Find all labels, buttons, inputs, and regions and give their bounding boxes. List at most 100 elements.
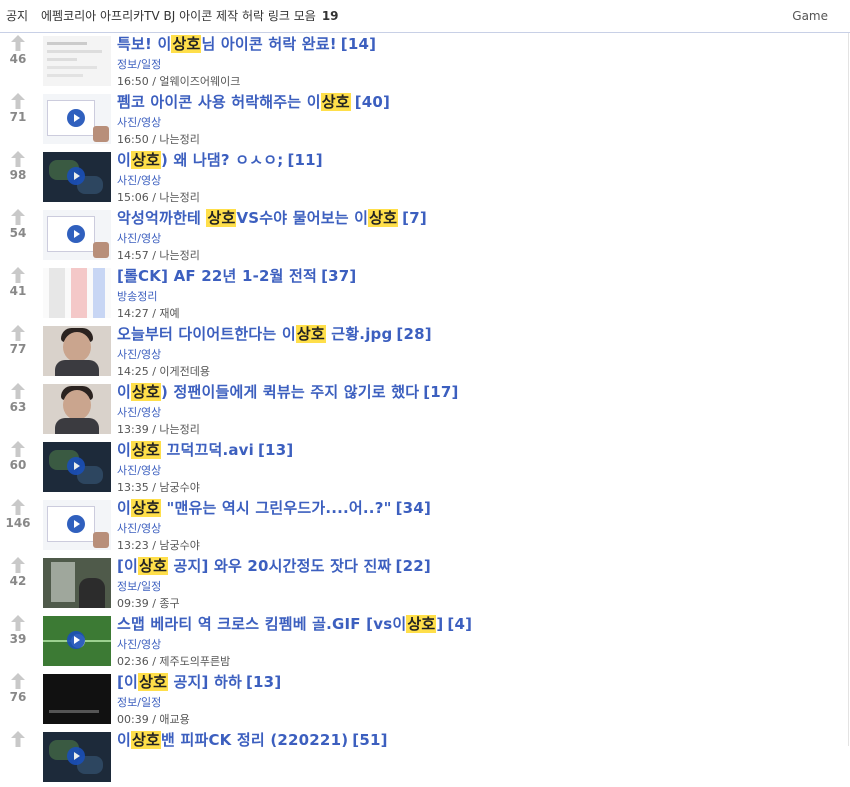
post-thumbnail[interactable] [43,442,111,492]
post-row[interactable]: 77 오늘부터 다이어트한다는 이상호 근황.jpg [28] 사진/영상 14:25 … [0,323,850,381]
vote-box: 63 [0,383,36,414]
post-author[interactable]: 얼웨이즈어웨이크 [159,75,240,88]
post-time: 14:27 [117,307,149,320]
post-thumbnail[interactable] [43,732,111,782]
post-category[interactable]: 사진/영상 [117,172,161,188]
post-author[interactable]: 종구 [159,597,179,610]
post-row[interactable]: 46 특보! 이상호님 아이콘 허락 완료! [14] 정보/일정 16:50 / 얼웨… [0,33,850,91]
post-author[interactable]: 재예 [159,307,179,320]
vote-count: 71 [9,110,27,124]
post-category[interactable]: 사진/영상 [117,114,161,130]
meta-separator: / [148,249,160,262]
post-thumbnail[interactable] [43,384,111,434]
post-time: 14:57 [117,249,149,262]
post-category[interactable]: 정보/일정 [117,578,161,594]
post-row[interactable]: 63 이상호) 정팬이들에게 퀵뷰는 주지 않기로 했다 [17] 사진/영상 13:3… [0,381,850,439]
post-row[interactable]: 60 이상호 끄덕끄덕.avi [13] 사진/영상 13:35 / 남궁수야 [0,439,850,497]
post-category[interactable]: 방송정리 [117,288,157,304]
meta-separator: / [148,713,160,726]
post-title-text: 공지] 하하 [168,673,242,691]
meta-separator: / [148,655,160,668]
vote-box: 60 [0,441,36,472]
post-title-text: 이 [117,151,132,169]
post-thumbnail[interactable] [43,558,111,608]
post-title-link[interactable]: 스맵 베라티 역 크로스 킴펨베 골.GIF [vs이상호] [4] [117,613,472,635]
vote-count: 41 [9,284,27,298]
post-thumbnail[interactable] [43,674,111,724]
post-title-link[interactable]: 이상호밴 피파CK 정리 (220221) [51] [117,729,388,751]
vote-box: 77 [0,325,36,356]
post-thumbnail[interactable] [43,94,111,144]
meta-separator: / [148,307,160,320]
post-author[interactable]: 제주도의푸른밤 [159,655,230,668]
vote-box: 46 [0,35,36,66]
search-highlight: 상호 [138,673,169,691]
notice-title-link[interactable]: 에펨코리아 아프리카TV BJ 아이콘 제작 허락 링크 모음 19 [41,0,339,33]
post-title-link[interactable]: 이상호) 정팬이들에게 퀵뷰는 주지 않기로 했다 [17] [117,381,459,403]
post-row[interactable]: 39 스맵 베라티 역 크로스 킴펨베 골.GIF [vs이상호] [4] 사진/영상… [0,613,850,671]
post-author[interactable]: 나는정리 [159,133,199,146]
meta-separator: / [148,481,160,494]
post-author[interactable]: 이게전데용 [159,365,210,378]
post-thumbnail[interactable] [43,616,111,666]
post-row[interactable]: 71 펨코 아이콘 사용 허락해주는 이상호 [40] 사진/영상 16:50 / 나는… [0,91,850,149]
post-category[interactable]: 사진/영상 [117,520,161,536]
vote-count: 42 [9,574,27,588]
post-row[interactable]: 이상호밴 피파CK 정리 (220221) [51] [0,729,850,787]
post-author[interactable]: 애교용 [159,713,189,726]
post-title-link[interactable]: 펨코 아이콘 사용 허락해주는 이상호 [40] [117,91,390,113]
post-category[interactable]: 사진/영상 [117,346,161,362]
post-time: 14:25 [117,365,149,378]
notice-row[interactable]: 공지 에펨코리아 아프리카TV BJ 아이콘 제작 허락 링크 모음 19 Gam… [0,0,850,33]
post-title-link[interactable]: 악성억까한테 상호VS수야 물어보는 이상호 [7] [117,207,427,229]
post-category[interactable]: 사진/영상 [117,462,161,478]
post-thumbnail[interactable] [43,326,111,376]
post-author[interactable]: 남궁수야 [159,481,199,494]
search-highlight: 상호 [295,325,326,343]
post-category[interactable]: 사진/영상 [117,636,161,652]
post-meta: 02:36 / 제주도의푸른밤 [117,653,230,669]
post-title-link[interactable]: 오늘부터 다이어트한다는 이상호 근황.jpg [28] [117,323,432,345]
post-row[interactable]: 146 이상호 "맨유는 역시 그린우드가....어..?" [34] 사진/영상 13… [0,497,850,555]
upvote-arrow-icon [11,557,25,573]
post-meta: 14:27 / 재예 [117,305,180,321]
post-category[interactable]: 정보/일정 [117,694,161,710]
scrollbar-track[interactable] [848,33,849,746]
post-thumbnail[interactable] [43,500,111,550]
post-meta: 13:39 / 나는정리 [117,421,200,437]
post-title-link[interactable]: [이상호 공지] 하하 [13] [117,671,281,693]
post-thumbnail[interactable] [43,268,111,318]
post-title-text: 이 [117,499,132,517]
post-author[interactable]: 나는정리 [159,249,199,262]
post-author[interactable]: 나는정리 [159,423,199,436]
post-thumbnail[interactable] [43,210,111,260]
post-row[interactable]: 54 악성억까한테 상호VS수야 물어보는 이상호 [7] 사진/영상 14:57 / … [0,207,850,265]
vote-box: 76 [0,673,36,704]
post-row[interactable]: 41 [롤CK] AF 22년 1-2월 전적 [37] 방송정리 14:27 / 재예 [0,265,850,323]
post-title-link[interactable]: 특보! 이상호님 아이콘 허락 완료! [14] [117,33,376,55]
post-author[interactable]: 나는정리 [159,191,199,204]
post-author[interactable]: 남궁수야 [159,539,199,552]
comment-count: [4] [447,615,473,633]
post-thumbnail[interactable] [43,36,111,86]
post-category[interactable]: 사진/영상 [117,404,161,420]
post-meta: 16:50 / 얼웨이즈어웨이크 [117,73,240,89]
comment-count: [37] [321,267,357,285]
post-category[interactable]: 사진/영상 [117,230,161,246]
notice-category[interactable]: Game [792,0,828,33]
post-title-link[interactable]: [롤CK] AF 22년 1-2월 전적 [37] [117,265,356,287]
post-title-link[interactable]: [이상호 공지] 와우 20시간정도 잣다 진짜 [22] [117,555,431,577]
post-title-link[interactable]: 이상호 "맨유는 역시 그린우드가....어..?" [34] [117,497,431,519]
post-thumbnail[interactable] [43,152,111,202]
post-row[interactable]: 76 [이상호 공지] 하하 [13] 정보/일정 00:39 / 애교용 [0,671,850,729]
post-row[interactable]: 42 [이상호 공지] 와우 20시간정도 잣다 진짜 [22] 정보/일정 09:39… [0,555,850,613]
post-title-text: [롤CK] AF 22년 1-2월 전적 [117,267,318,285]
vote-box: 41 [0,267,36,298]
post-category[interactable]: 정보/일정 [117,56,161,72]
post-row[interactable]: 98 이상호) 왜 나댐? ㅇㅅㅇ; [11] 사진/영상 15:06 / 나는정리 [0,149,850,207]
post-time: 15:06 [117,191,149,204]
post-title-link[interactable]: 이상호 끄덕끄덕.avi [13] [117,439,293,461]
post-title-text: [이 [117,673,139,691]
post-title-link[interactable]: 이상호) 왜 나댐? ㅇㅅㅇ; [11] [117,149,323,171]
vote-count: 98 [9,168,27,182]
